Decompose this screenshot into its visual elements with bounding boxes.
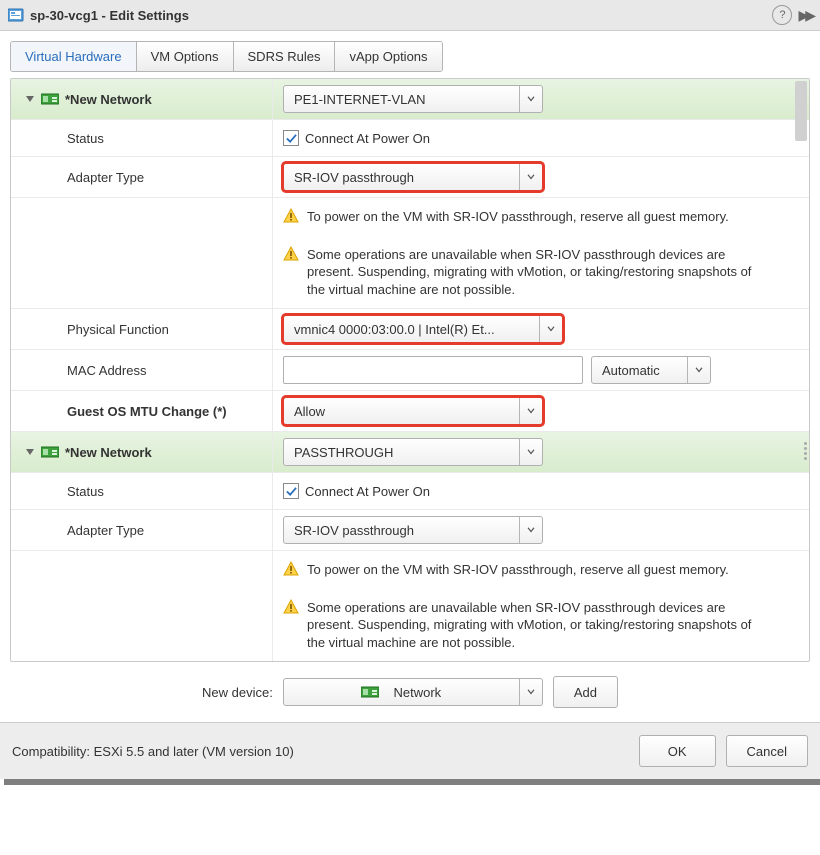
new-device-row: New device: Network Add bbox=[10, 662, 810, 722]
nic-icon bbox=[41, 92, 59, 106]
adapter-type-dropdown[interactable]: SR-IOV passthrough bbox=[283, 516, 543, 544]
warning-text: Some operations are unavailable when SR-… bbox=[307, 246, 799, 299]
physical-function-label: Physical Function bbox=[11, 309, 273, 349]
connect-at-poweron-checkbox[interactable] bbox=[283, 130, 299, 146]
nic-icon bbox=[41, 445, 59, 459]
network-1-pf-row: Physical Function vmnic4 0000:03:00.0 | … bbox=[11, 309, 809, 350]
network-1-status-row: Status Connect At Power On bbox=[11, 120, 809, 157]
chevron-down-icon bbox=[519, 86, 542, 112]
scrollbar[interactable] bbox=[793, 81, 807, 659]
mac-address-label: MAC Address bbox=[11, 350, 273, 390]
network-1-portgroup-dropdown[interactable]: PE1-INTERNET-VLAN bbox=[283, 85, 543, 113]
chevron-down-icon bbox=[519, 439, 542, 465]
warning-text: To power on the VM with SR-IOV passthrou… bbox=[307, 561, 759, 579]
warning-text: To power on the VM with SR-IOV passthrou… bbox=[307, 208, 759, 226]
expand-icon[interactable]: ▶▶ bbox=[798, 7, 812, 24]
physical-function-dropdown[interactable]: vmnic4 0000:03:00.0 | Intel(R) Et... bbox=[283, 315, 563, 343]
adapter-type-label: Adapter Type bbox=[11, 157, 273, 197]
network-2-warn2: Some operations are unavailable when SR-… bbox=[11, 589, 809, 662]
network-1-warn2: Some operations are unavailable when SR-… bbox=[11, 236, 809, 310]
dropdown-value: Allow bbox=[284, 404, 519, 419]
connect-at-poweron-checkbox[interactable] bbox=[283, 483, 299, 499]
adapter-type-dropdown[interactable]: SR-IOV passthrough bbox=[283, 163, 543, 191]
dropdown-value: PASSTHROUGH bbox=[284, 445, 519, 460]
chevron-down-icon bbox=[519, 164, 542, 190]
tab-virtual-hardware[interactable]: Virtual Hardware bbox=[11, 42, 137, 71]
collapse-icon[interactable] bbox=[25, 94, 35, 104]
settings-panel: *New Network PE1-INTERNET-VLAN Status Co… bbox=[10, 78, 810, 662]
collapse-icon[interactable] bbox=[25, 447, 35, 457]
new-device-dropdown[interactable]: Network bbox=[283, 678, 543, 706]
guest-mtu-label: Guest OS MTU Change (*) bbox=[11, 391, 273, 431]
network-2-title: *New Network bbox=[65, 445, 152, 460]
network-1-header[interactable]: *New Network PE1-INTERNET-VLAN bbox=[11, 79, 809, 120]
titlebar: sp-30-vcg1 - Edit Settings ? ▶▶ bbox=[0, 0, 820, 31]
compatibility-text: Compatibility: ESXi 5.5 and later (VM ve… bbox=[12, 744, 639, 759]
network-1-adapter-row: Adapter Type SR-IOV passthrough bbox=[11, 157, 809, 198]
chevron-down-icon bbox=[519, 398, 542, 424]
network-1-warn1: To power on the VM with SR-IOV passthrou… bbox=[11, 198, 809, 236]
tab-vm-options[interactable]: VM Options bbox=[137, 42, 234, 71]
warning-icon bbox=[283, 246, 299, 262]
network-2-adapter-row: Adapter Type SR-IOV passthrough bbox=[11, 510, 809, 551]
network-2-status-row: Status Connect At Power On bbox=[11, 473, 809, 510]
tab-vapp-options[interactable]: vApp Options bbox=[335, 42, 441, 71]
chevron-down-icon bbox=[519, 517, 542, 543]
warning-text: Some operations are unavailable when SR-… bbox=[307, 599, 799, 652]
dialog-footer: Compatibility: ESXi 5.5 and later (VM ve… bbox=[0, 722, 820, 779]
tab-bar: Virtual Hardware VM Options SDRS Rules v… bbox=[10, 41, 443, 72]
chevron-down-icon bbox=[519, 679, 542, 705]
cancel-button[interactable]: Cancel bbox=[726, 735, 808, 767]
chevron-down-icon bbox=[539, 316, 562, 342]
network-1-mac-row: MAC Address Automatic bbox=[11, 350, 809, 391]
nic-icon bbox=[361, 685, 379, 699]
dropdown-value: vmnic4 0000:03:00.0 | Intel(R) Et... bbox=[284, 322, 539, 337]
network-2-header[interactable]: *New Network PASSTHROUGH bbox=[11, 432, 809, 473]
mac-address-input[interactable] bbox=[283, 356, 583, 384]
network-2-portgroup-dropdown[interactable]: PASSTHROUGH bbox=[283, 438, 543, 466]
mac-mode-dropdown[interactable]: Automatic bbox=[591, 356, 711, 384]
dropdown-value: SR-IOV passthrough bbox=[284, 170, 519, 185]
chevron-down-icon bbox=[687, 357, 710, 383]
new-device-label: New device: bbox=[202, 685, 273, 700]
dropdown-value: SR-IOV passthrough bbox=[284, 523, 519, 538]
dropdown-value: Network bbox=[393, 685, 441, 700]
connect-label: Connect At Power On bbox=[305, 484, 430, 499]
add-button[interactable]: Add bbox=[553, 676, 618, 708]
adapter-type-label: Adapter Type bbox=[11, 510, 273, 550]
warning-icon bbox=[283, 208, 299, 224]
dropdown-value: PE1-INTERNET-VLAN bbox=[284, 92, 519, 107]
ok-button[interactable]: OK bbox=[639, 735, 716, 767]
connect-label: Connect At Power On bbox=[305, 131, 430, 146]
warning-icon bbox=[283, 599, 299, 615]
status-label: Status bbox=[11, 473, 273, 509]
network-2-warn1: To power on the VM with SR-IOV passthrou… bbox=[11, 551, 809, 589]
status-label: Status bbox=[11, 120, 273, 156]
help-button[interactable]: ? bbox=[772, 5, 792, 25]
resize-handle[interactable] bbox=[801, 440, 810, 462]
network-1-mtu-row: Guest OS MTU Change (*) Allow bbox=[11, 391, 809, 432]
network-1-title: *New Network bbox=[65, 92, 152, 107]
dropdown-value: Automatic bbox=[592, 363, 687, 378]
vm-icon bbox=[8, 8, 24, 22]
guest-mtu-dropdown[interactable]: Allow bbox=[283, 397, 543, 425]
edit-settings-dialog: sp-30-vcg1 - Edit Settings ? ▶▶ Virtual … bbox=[0, 0, 820, 779]
dialog-title: sp-30-vcg1 - Edit Settings bbox=[30, 8, 772, 23]
tab-sdrs-rules[interactable]: SDRS Rules bbox=[234, 42, 336, 71]
warning-icon bbox=[283, 561, 299, 577]
